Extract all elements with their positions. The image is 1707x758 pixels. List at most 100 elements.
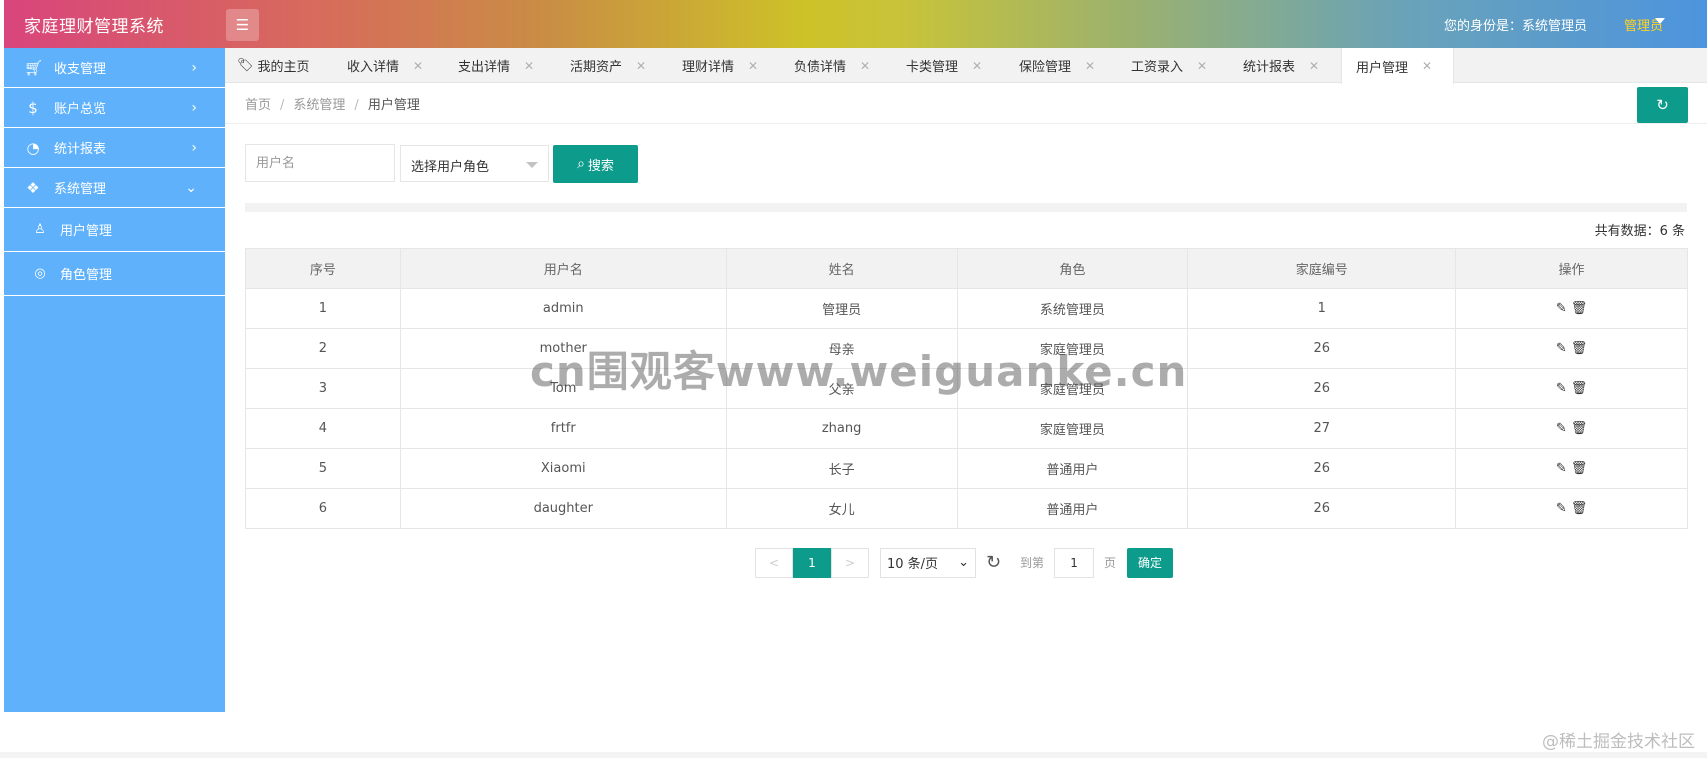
refresh-icon: ↻ — [1656, 96, 1669, 114]
tab-income[interactable]: 收入详情 ✕ — [347, 48, 423, 83]
sidebar-subitem-users[interactable]: ♙ 用户管理 — [4, 208, 225, 252]
close-icon[interactable]: ✕ — [860, 59, 870, 73]
close-icon[interactable]: ✕ — [413, 59, 423, 73]
close-icon[interactable]: ✕ — [1309, 59, 1319, 73]
table-header-row: 序号 用户名 姓名 角色 家庭编号 操作 — [245, 248, 1688, 289]
search-icon: ⌕ — [577, 156, 585, 172]
table-cell: 1 — [1187, 288, 1457, 329]
caret-down-icon[interactable] — [1655, 18, 1665, 24]
prev-page-button[interactable]: < — [755, 547, 793, 578]
tab-label: 支出详情 — [458, 60, 511, 75]
tab-label: 用户管理 — [1356, 60, 1409, 76]
sidebar-item-reports[interactable]: ◔ 统计报表 › — [4, 128, 225, 168]
table-cell: 系统管理员 — [956, 288, 1189, 329]
pagination: < 1 > 10 条/页 ⌄ ↻ 到第 页 确定 — [755, 547, 1174, 578]
tab-salary[interactable]: 工资录入 ✕ — [1131, 48, 1207, 83]
breadcrumb-separator: / — [280, 98, 285, 113]
hamburger-icon: ☰ — [235, 16, 250, 34]
actions-cell: ✎ 🗑︎ — [1455, 408, 1688, 449]
table-cell: 5 — [245, 448, 401, 489]
table-cell: admin — [399, 288, 727, 329]
tab-reports[interactable]: 统计报表 ✕ — [1243, 48, 1319, 83]
edit-icon[interactable]: ✎ — [1556, 301, 1567, 316]
app-title: 家庭理财管理系统 — [24, 17, 164, 37]
edit-icon[interactable]: ✎ — [1556, 421, 1567, 436]
user-icon: ♙ — [34, 222, 46, 237]
goto-page-input[interactable] — [1054, 547, 1095, 578]
sidebar-subitem-label: 角色管理 — [60, 268, 113, 283]
chart-line-icon: ◔ — [26, 138, 40, 157]
page-button-current[interactable]: 1 — [793, 547, 831, 578]
tab-label: 收入详情 — [347, 60, 400, 75]
trash-icon[interactable]: 🗑︎ — [1571, 381, 1588, 396]
tab-user-management[interactable]: 用户管理 ✕ — [1341, 48, 1454, 84]
close-icon[interactable]: ✕ — [1085, 59, 1095, 73]
tab-investment[interactable]: 理财详情 ✕ — [682, 48, 758, 83]
refresh-icon[interactable]: ↻ — [986, 552, 1008, 573]
tab-label: 保险管理 — [1019, 60, 1072, 75]
edit-icon[interactable]: ✎ — [1556, 341, 1567, 356]
tab-current-assets[interactable]: 活期资产 ✕ — [570, 48, 646, 83]
trash-icon[interactable]: 🗑︎ — [1571, 461, 1588, 476]
tab-insurance[interactable]: 保险管理 ✕ — [1019, 48, 1095, 83]
table-cell: 4 — [245, 408, 401, 449]
table-cell: Xiaomi — [399, 448, 727, 489]
search-button[interactable]: ⌕ 搜索 — [553, 145, 638, 183]
edit-icon[interactable]: ✎ — [1556, 461, 1567, 476]
close-icon[interactable]: ✕ — [1422, 59, 1432, 73]
menu-toggle-button[interactable]: ☰ — [226, 9, 259, 41]
trash-icon[interactable]: 🗑︎ — [1571, 301, 1588, 316]
table-cell: 普通用户 — [956, 448, 1189, 489]
actions-cell: ✎ 🗑︎ — [1455, 368, 1688, 409]
edit-icon[interactable]: ✎ — [1556, 381, 1567, 396]
sidebar-item-system[interactable]: ❖ 系统管理 ⌄ — [4, 168, 225, 208]
page-size-select[interactable]: 10 条/页 ⌄ — [880, 547, 976, 578]
column-header: 角色 — [956, 248, 1189, 289]
sidebar-item-accounts[interactable]: $ 账户总览 › — [4, 88, 225, 128]
close-icon[interactable]: ✕ — [1197, 59, 1207, 73]
actions-cell: ✎ 🗑︎ — [1455, 488, 1688, 529]
search-button-label: 搜索 — [587, 158, 614, 174]
tag-icon: 🏷︎ — [237, 58, 254, 73]
close-icon[interactable]: ✕ — [972, 59, 982, 73]
trash-icon[interactable]: 🗑︎ — [1571, 341, 1588, 356]
confirm-page-button[interactable]: 确定 — [1127, 547, 1174, 578]
tab-label: 我的主页 — [257, 60, 310, 75]
chevron-right-icon: › — [191, 99, 197, 116]
chevron-down-icon: ⌄ — [958, 555, 969, 570]
close-icon[interactable]: ✕ — [636, 59, 646, 73]
username-search-input[interactable] — [245, 144, 395, 182]
table-cell: 26 — [1187, 488, 1457, 529]
chevron-right-icon: › — [191, 139, 197, 156]
edit-icon[interactable]: ✎ — [1556, 501, 1567, 516]
table-cell: 长子 — [725, 448, 958, 489]
caret-down-icon — [526, 162, 538, 168]
sidebar-subitem-roles[interactable]: ◎ 角色管理 — [4, 252, 225, 296]
trash-icon[interactable]: 🗑︎ — [1571, 421, 1588, 436]
tab-cards[interactable]: 卡类管理 ✕ — [906, 48, 982, 83]
breadcrumb-item-home[interactable]: 首页 — [245, 98, 271, 113]
table-cell: 3 — [245, 368, 401, 409]
sidebar-subitem-label: 用户管理 — [60, 224, 113, 239]
next-page-button[interactable]: > — [831, 547, 869, 578]
goto-label: 到第 — [1020, 556, 1045, 570]
actions-cell: ✎ 🗑︎ — [1455, 288, 1688, 329]
sidebar-item-income-expense[interactable]: 🛒︎ 收支管理 › — [4, 48, 225, 88]
close-icon[interactable]: ✕ — [524, 59, 534, 73]
sidebar-item-label: 账户总览 — [54, 102, 107, 117]
tab-label: 卡类管理 — [906, 60, 959, 75]
role-select[interactable]: 选择用户角色 — [400, 145, 549, 182]
table-cell: 26 — [1187, 448, 1457, 489]
tab-home[interactable]: 🏷︎ 我的主页 — [237, 48, 310, 83]
role-select-value: 选择用户角色 — [411, 160, 490, 175]
close-icon[interactable]: ✕ — [748, 59, 758, 73]
page-size-value: 10 条/页 — [887, 557, 939, 572]
trash-icon[interactable]: 🗑︎ — [1571, 501, 1588, 516]
breadcrumb-item-system[interactable]: 系统管理 — [293, 98, 345, 113]
table-cell: 2 — [245, 328, 401, 369]
tab-expense[interactable]: 支出详情 ✕ — [458, 48, 534, 83]
table-row: 4 frtfr zhang 家庭管理员 27 ✎ 🗑︎ — [245, 408, 1688, 449]
refresh-button[interactable]: ↻ — [1637, 87, 1688, 123]
table-cell: 26 — [1187, 328, 1457, 369]
tab-liabilities[interactable]: 负债详情 ✕ — [794, 48, 870, 83]
